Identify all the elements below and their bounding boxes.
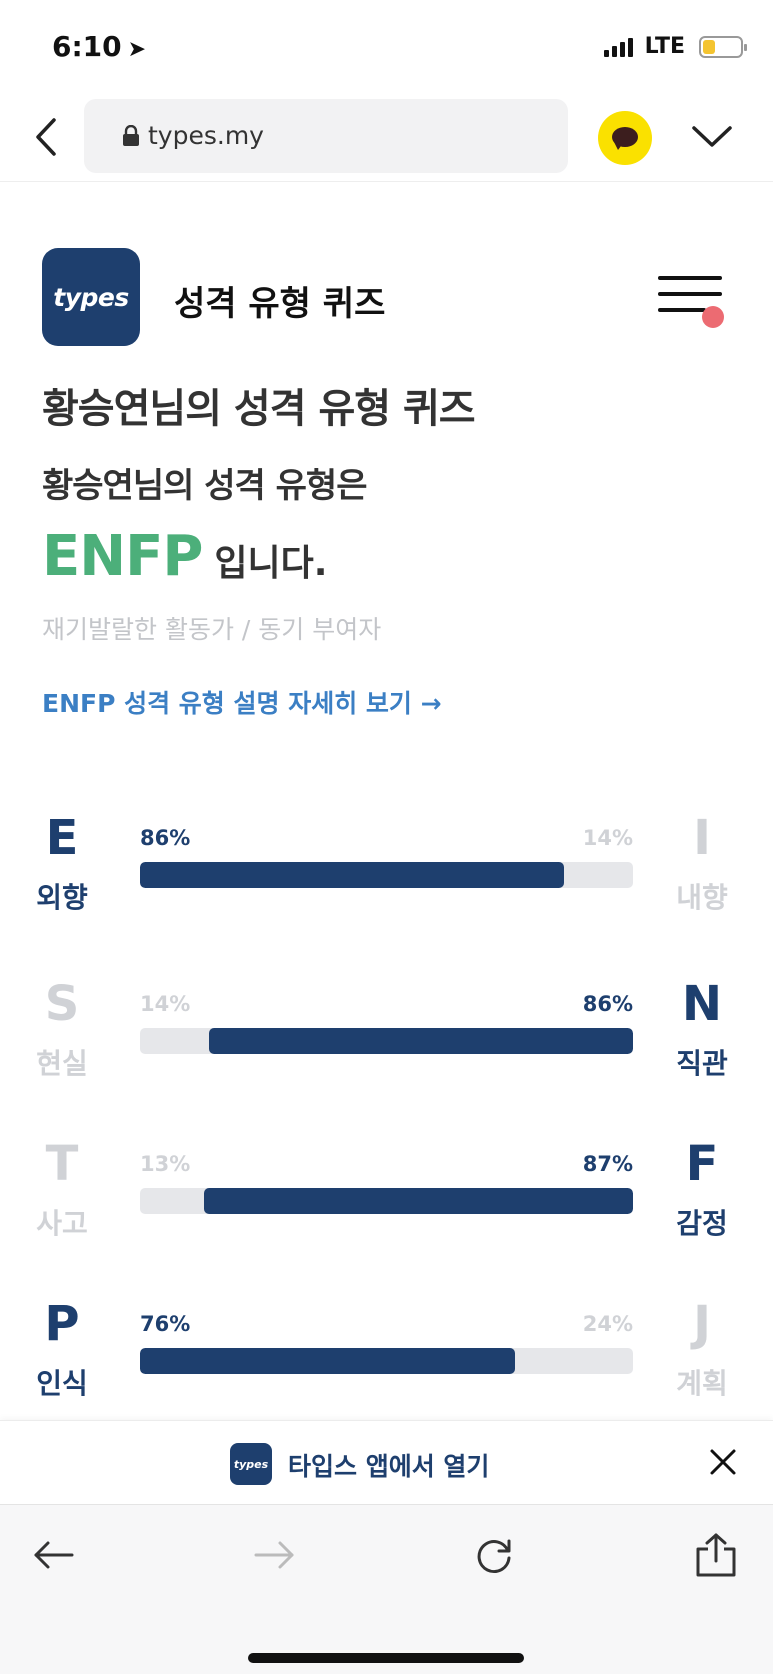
- chevron-left-icon[interactable]: [28, 112, 68, 162]
- battery-icon: [699, 35, 747, 58]
- status-time-text: 6:10: [52, 30, 122, 63]
- trait-right-letter: I: [693, 810, 711, 866]
- kakaotalk-icon[interactable]: [598, 111, 652, 165]
- close-icon[interactable]: [708, 1447, 738, 1477]
- status-time: 6:10 ➤: [52, 30, 146, 63]
- trait-left-percent: 14%: [140, 992, 191, 1016]
- trait-left-letter: E: [45, 810, 79, 866]
- trait-left-name: 외향: [36, 881, 88, 914]
- trait-row: E 외향 86% 14% I 내향: [0, 810, 773, 930]
- trait-right-letter: F: [685, 1136, 719, 1192]
- trait-bar-track: [140, 862, 633, 888]
- trait-bar-track: [140, 1028, 633, 1054]
- trait-left-percent: 13%: [140, 1152, 191, 1176]
- trait-left-percent: 76%: [140, 1312, 191, 1336]
- type-detail-link[interactable]: ENFP 성격 유형 설명 자세히 보기 →: [42, 684, 442, 720]
- trait-right-letter: N: [681, 976, 723, 1032]
- chevron-down-icon[interactable]: [688, 118, 736, 154]
- banner-logo-text: types: [233, 1457, 269, 1471]
- notification-dot: [702, 306, 724, 328]
- result-line: ENFP 입니다.: [42, 524, 327, 589]
- home-indicator: [248, 1653, 524, 1663]
- site-title[interactable]: 성격 유형 퀴즈: [174, 276, 385, 325]
- trait-left-name: 인식: [36, 1367, 88, 1400]
- address-bar[interactable]: types.my: [84, 99, 568, 173]
- lock-icon: [123, 125, 139, 146]
- location-arrow-icon: ➤: [127, 37, 147, 62]
- trait-bar-track: [140, 1348, 633, 1374]
- signal-strength-icon: [603, 37, 633, 57]
- trait-right-name: 계획: [676, 1367, 728, 1400]
- result-type: ENFP: [42, 524, 203, 589]
- banner-logo: types: [230, 1443, 272, 1485]
- trait-row: S 현실 14% 86% N 직관: [0, 976, 773, 1096]
- trait-right-letter: J: [693, 1296, 711, 1352]
- site-logo[interactable]: types: [42, 248, 140, 346]
- trait-row: P 인식 76% 24% J 계획: [0, 1296, 773, 1416]
- reload-icon[interactable]: [470, 1531, 518, 1579]
- browser-toolbar: [0, 1504, 773, 1674]
- quiz-heading: 황승연님의 성격 유형 퀴즈: [42, 386, 476, 432]
- trait-left-name: 현실: [36, 1047, 88, 1080]
- arrow-right-icon[interactable]: [250, 1531, 298, 1579]
- browser-bar: types.my: [0, 92, 773, 182]
- share-icon[interactable]: [692, 1531, 740, 1579]
- trait-left-name: 사고: [36, 1207, 88, 1240]
- trait-left-letter: P: [44, 1296, 80, 1352]
- status-bar: 6:10 ➤ LTE: [0, 0, 773, 92]
- open-in-app-text[interactable]: 타입스 앱에서 열기: [288, 1447, 489, 1483]
- trait-row: T 사고 13% 87% F 감정: [0, 1136, 773, 1256]
- result-description: 재기발랄한 활동가 / 동기 부여자: [42, 615, 382, 644]
- trait-right-name: 내향: [676, 881, 728, 914]
- quiz-subheading: 황승연님의 성격 유형은: [42, 466, 367, 506]
- trait-left-percent: 86%: [140, 826, 191, 850]
- site-logo-text: types: [53, 282, 129, 312]
- trait-right-name: 직관: [676, 1047, 728, 1080]
- trait-right-percent: 14%: [582, 826, 633, 850]
- trait-left-letter: T: [45, 1136, 79, 1192]
- arrow-left-icon[interactable]: [30, 1531, 78, 1579]
- trait-bar-fill: [140, 1348, 515, 1374]
- trait-left-letter: S: [44, 976, 80, 1032]
- network-type: LTE: [644, 34, 685, 59]
- trait-right-percent: 86%: [582, 992, 633, 1016]
- open-in-app-banner[interactable]: types 타입스 앱에서 열기: [0, 1420, 773, 1504]
- url-text: types.my: [148, 121, 264, 150]
- trait-bar-fill: [204, 1188, 633, 1214]
- result-suffix: 입니다.: [214, 543, 328, 584]
- trait-bar-fill: [140, 862, 564, 888]
- trait-right-percent: 87%: [582, 1152, 633, 1176]
- trait-bar-track: [140, 1188, 633, 1214]
- status-indicators: LTE: [603, 34, 747, 59]
- hamburger-menu-icon[interactable]: [658, 272, 726, 328]
- trait-right-name: 감정: [676, 1207, 728, 1240]
- trait-right-percent: 24%: [582, 1312, 633, 1336]
- trait-bar-fill: [209, 1028, 633, 1054]
